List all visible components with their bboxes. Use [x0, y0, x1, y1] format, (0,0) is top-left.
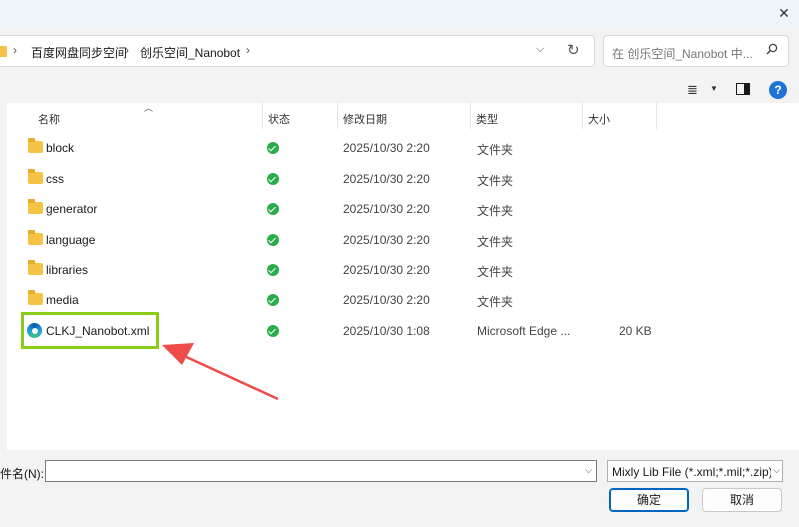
- column-size[interactable]: 大小: [588, 111, 610, 127]
- file-date: 2025/10/30 1:08: [343, 324, 430, 338]
- chevron-down-icon[interactable]: ⌵: [771, 465, 780, 476]
- highlight-box: [21, 312, 159, 349]
- filetype-select[interactable]: Mixly Lib File (*.xml;*.mil;*.zip) ⌵: [607, 460, 783, 482]
- file-name: language: [46, 233, 96, 247]
- sync-ok-icon: [267, 234, 279, 246]
- column-status[interactable]: 状态: [268, 111, 290, 127]
- file-row[interactable]: libraries 2025/10/30 2:20 文件夹: [7, 255, 799, 285]
- folder-icon: [28, 290, 43, 305]
- view-menu-icon[interactable]: ≣: [687, 82, 698, 98]
- preview-pane-icon[interactable]: [736, 83, 750, 95]
- filename-input[interactable]: [46, 461, 596, 481]
- file-date: 2025/10/30 2:20: [343, 293, 430, 307]
- cancel-button[interactable]: 取消: [702, 488, 782, 512]
- file-name: generator: [46, 202, 98, 216]
- column-type[interactable]: 类型: [476, 111, 498, 127]
- column-date[interactable]: 修改日期: [343, 111, 387, 127]
- refresh-icon[interactable]: ↻: [567, 41, 580, 59]
- file-name: block: [46, 141, 75, 155]
- file-type: 文件夹: [477, 235, 514, 249]
- filetype-label: Mixly Lib File (*.xml;*.mil;*.zip): [612, 465, 773, 479]
- file-row[interactable]: css 2025/10/30 2:20 文件夹: [7, 164, 799, 194]
- help-icon[interactable]: ?: [769, 81, 787, 99]
- caret-down-icon[interactable]: ▼: [710, 84, 718, 93]
- sync-ok-icon: [267, 264, 279, 276]
- sync-ok-icon: [267, 294, 279, 306]
- folder-icon: [28, 230, 43, 245]
- folder-icon: [28, 260, 43, 275]
- breadcrumb-item[interactable]: 创乐空间_Nanobot: [140, 44, 240, 61]
- toolbar: ≣ ▼ ?: [0, 75, 799, 105]
- column-divider[interactable]: [470, 103, 471, 129]
- folder-icon: [0, 46, 7, 57]
- address-bar[interactable]: › 百度网盘同步空间 › 创乐空间_Nanobot › ⌵ ↻: [0, 35, 595, 67]
- search-box[interactable]: 在 创乐空间_Nanobot 中...: [603, 35, 789, 67]
- file-row[interactable]: media 2025/10/30 2:20 文件夹: [7, 285, 799, 315]
- file-name: css: [46, 172, 64, 186]
- file-date: 2025/10/30 2:20: [343, 172, 430, 186]
- search-placeholder: 在 创乐空间_Nanobot 中...: [612, 47, 753, 61]
- breadcrumb-item[interactable]: 百度网盘同步空间: [31, 44, 127, 61]
- folder-icon: [28, 169, 43, 184]
- file-row[interactable]: generator 2025/10/30 2:20 文件夹: [7, 194, 799, 224]
- chevron-right-icon: ›: [125, 43, 129, 57]
- sync-ok-icon: [267, 173, 279, 185]
- file-date: 2025/10/30 2:20: [343, 233, 430, 247]
- sync-ok-icon: [267, 203, 279, 215]
- annotation-arrow-icon: [162, 343, 279, 401]
- file-date: 2025/10/30 2:20: [343, 141, 430, 155]
- sync-ok-icon: [267, 142, 279, 154]
- column-divider[interactable]: [582, 103, 583, 129]
- file-name: libraries: [46, 263, 89, 277]
- title-bar: ✕: [0, 0, 799, 28]
- column-header-row: ︿ 名称 状态 修改日期 类型 大小: [7, 103, 799, 129]
- file-type: 文件夹: [477, 174, 514, 188]
- chevron-right-icon: ›: [13, 43, 17, 57]
- column-divider[interactable]: [656, 103, 657, 129]
- file-date: 2025/10/30 2:20: [343, 263, 430, 277]
- file-type: Microsoft Edge ...: [477, 324, 571, 338]
- column-name[interactable]: 名称: [38, 111, 60, 127]
- file-type: 文件夹: [477, 295, 514, 309]
- ok-button[interactable]: 确定: [609, 488, 689, 512]
- chevron-right-icon[interactable]: ›: [246, 43, 250, 57]
- file-row[interactable]: language 2025/10/30 2:20 文件夹: [7, 225, 799, 255]
- folder-icon: [28, 199, 43, 214]
- folder-icon: [28, 138, 43, 153]
- file-date: 2025/10/30 2:20: [343, 202, 430, 216]
- column-divider[interactable]: [262, 103, 263, 129]
- navigation-bar: › 百度网盘同步空间 › 创乐空间_Nanobot › ⌵ ↻ 在 创乐空间_N…: [0, 28, 799, 75]
- chevron-down-icon[interactable]: ⌵: [585, 465, 592, 476]
- file-type: 文件夹: [477, 204, 514, 218]
- file-size: 20 KB: [619, 324, 652, 338]
- file-type: 文件夹: [477, 265, 514, 279]
- search-icon[interactable]: [766, 43, 778, 58]
- close-icon[interactable]: ✕: [775, 4, 793, 22]
- file-name: media: [46, 293, 79, 307]
- file-row[interactable]: block 2025/10/30 2:20 文件夹: [7, 133, 799, 163]
- chevron-down-icon[interactable]: ⌵: [536, 43, 544, 56]
- file-type: 文件夹: [477, 143, 514, 157]
- filename-label: 件名(N):: [0, 467, 44, 481]
- file-list: ︿ 名称 状态 修改日期 类型 大小 block 2025/10/30 2:20…: [7, 103, 799, 450]
- column-divider[interactable]: [337, 103, 338, 129]
- filename-field[interactable]: ⌵: [45, 460, 597, 482]
- sort-up-icon: ︿: [144, 103, 154, 113]
